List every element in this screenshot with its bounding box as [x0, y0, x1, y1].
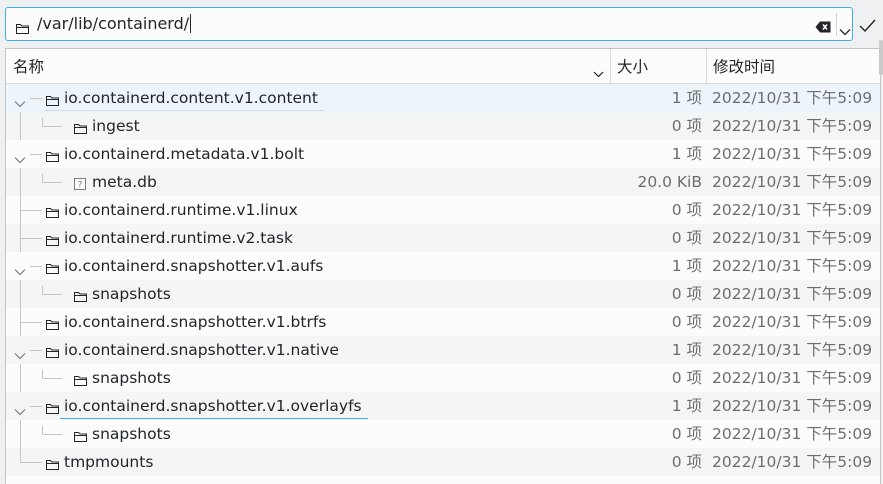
- tree-row[interactable]: io.containerd.snapshotter.v1.overlayfs 1 …: [6, 392, 880, 420]
- tree-row[interactable]: io.containerd.snapshotter.v1.aufs 1 项 2022…: [6, 252, 880, 280]
- file-name: ingest: [92, 117, 140, 135]
- file-name: io.containerd.snapshotter.v1.aufs: [64, 257, 324, 275]
- tree-row[interactable]: ingest 0 项 2022/10/31 下午5:09: [6, 112, 880, 140]
- file-name: io.containerd.snapshotter.v1.native: [64, 341, 339, 359]
- file-name: io.containerd.snapshotter.v1.btrfs: [64, 313, 327, 331]
- folder-icon: [16, 19, 29, 38]
- file-name: io.containerd.runtime.v1.linux: [64, 201, 298, 219]
- expand-chevron-icon[interactable]: [14, 150, 26, 168]
- expand-chevron-icon[interactable]: [14, 262, 26, 280]
- expand-chevron-icon[interactable]: [14, 94, 26, 112]
- file-size: 20.0 KiB: [637, 173, 702, 191]
- folder-icon: [46, 232, 59, 250]
- file-list: io.containerd.content.v1.content 1 项 2022/…: [6, 84, 880, 476]
- tree-row[interactable]: io.containerd.snapshotter.v1.btrfs 0 项 202…: [6, 308, 880, 336]
- file-size: 0 项: [671, 369, 702, 387]
- file-modified: 2022/10/31 下午5:09: [712, 369, 873, 387]
- file-modified: 2022/10/31 下午5:09: [712, 425, 873, 443]
- checkmark-icon[interactable]: [859, 17, 876, 36]
- tree-row[interactable]: snapshots 0 项 2022/10/31 下午5:09: [6, 280, 880, 308]
- file-modified: 2022/10/31 下午5:09: [712, 145, 873, 163]
- location-input[interactable]: /var/lib/containerd/: [37, 8, 192, 40]
- file-size: 1 项: [671, 397, 702, 415]
- tree-row[interactable]: snapshots 0 项 2022/10/31 下午5:09: [6, 420, 880, 448]
- unknown-file-icon: ?: [74, 176, 86, 194]
- file-size: 1 项: [671, 89, 702, 107]
- column-name[interactable]: 名称: [13, 49, 44, 83]
- file-modified: 2022/10/31 下午5:09: [712, 89, 873, 107]
- file-size: 0 项: [671, 229, 702, 247]
- file-modified: 2022/10/31 下午5:09: [712, 257, 873, 275]
- file-modified: 2022/10/31 下午5:09: [712, 285, 873, 303]
- scrollbar[interactable]: [879, 40, 883, 75]
- expand-chevron-icon[interactable]: [14, 346, 26, 364]
- folder-icon: [74, 428, 87, 446]
- svg-text:?: ?: [78, 181, 83, 191]
- file-name: io.containerd.content.v1.content: [64, 89, 318, 107]
- file-modified: 2022/10/31 下午5:09: [712, 341, 873, 359]
- tree-row[interactable]: io.containerd.runtime.v1.linux 0 项 2022/10…: [6, 196, 880, 224]
- folder-icon: [46, 260, 59, 278]
- file-modified: 2022/10/31 下午5:09: [712, 397, 873, 415]
- folder-icon: [46, 456, 59, 474]
- file-size: 0 项: [671, 201, 702, 219]
- file-name: io.containerd.metadata.v1.bolt: [64, 145, 305, 163]
- file-name: tmpmounts: [64, 453, 154, 471]
- folder-icon: [46, 92, 59, 110]
- file-size: 1 项: [671, 145, 702, 163]
- file-size: 0 项: [671, 425, 702, 443]
- file-name: io.containerd.snapshotter.v1.overlayfs: [64, 397, 362, 415]
- chevron-down-icon[interactable]: [839, 21, 851, 40]
- file-modified: 2022/10/31 下午5:09: [712, 173, 873, 191]
- folder-icon: [74, 288, 87, 306]
- file-name: snapshots: [92, 369, 171, 387]
- tree-row[interactable]: tmpmounts 0 项 2022/10/31 下午5:09: [6, 448, 880, 476]
- tree-row[interactable]: io.containerd.metadata.v1.bolt 1 项 2022/10…: [6, 140, 880, 168]
- tree-row[interactable]: io.containerd.content.v1.content 1 项 2022/…: [6, 84, 880, 112]
- file-name: snapshots: [92, 285, 171, 303]
- file-modified: 2022/10/31 下午5:09: [712, 453, 873, 471]
- file-tree-view[interactable]: 名称 大小 修改时间 io.containerd.content.v1.cont…: [5, 48, 881, 484]
- file-name: meta.db: [92, 173, 157, 191]
- tree-row[interactable]: ? meta.db 20.0 KiB 2022/10/31 下午5:09: [6, 168, 880, 196]
- file-modified: 2022/10/31 下午5:09: [712, 313, 873, 331]
- file-size: 0 项: [671, 453, 702, 471]
- file-name: io.containerd.runtime.v2.task: [64, 229, 293, 247]
- tree-row[interactable]: io.containerd.runtime.v2.task 0 项 2022/10/…: [6, 224, 880, 252]
- file-size: 0 项: [671, 313, 702, 331]
- file-name: snapshots: [92, 425, 171, 443]
- folder-icon: [74, 372, 87, 390]
- tree-row[interactable]: io.containerd.snapshotter.v1.native 1 项 20…: [6, 336, 880, 364]
- file-modified: 2022/10/31 下午5:09: [712, 117, 873, 135]
- column-header: 名称 大小 修改时间: [6, 49, 880, 84]
- folder-icon: [74, 120, 87, 138]
- file-modified: 2022/10/31 下午5:09: [712, 201, 873, 219]
- file-size: 0 项: [671, 285, 702, 303]
- sort-indicator-icon[interactable]: [593, 63, 604, 82]
- file-size: 1 项: [671, 257, 702, 275]
- file-size: 1 项: [671, 341, 702, 359]
- file-modified: 2022/10/31 下午5:09: [712, 229, 873, 247]
- location-bar[interactable]: /var/lib/containerd/: [5, 7, 853, 41]
- folder-icon: [46, 400, 59, 418]
- clear-text-icon[interactable]: [815, 18, 831, 37]
- column-modified[interactable]: 修改时间: [713, 49, 775, 83]
- folder-icon: [46, 344, 59, 362]
- folder-icon: [46, 316, 59, 334]
- expand-chevron-icon[interactable]: [14, 402, 26, 420]
- file-size: 0 项: [671, 117, 702, 135]
- column-size[interactable]: 大小: [617, 49, 648, 83]
- folder-icon: [46, 204, 59, 222]
- tree-row[interactable]: snapshots 0 项 2022/10/31 下午5:09: [6, 364, 880, 392]
- folder-icon: [46, 148, 59, 166]
